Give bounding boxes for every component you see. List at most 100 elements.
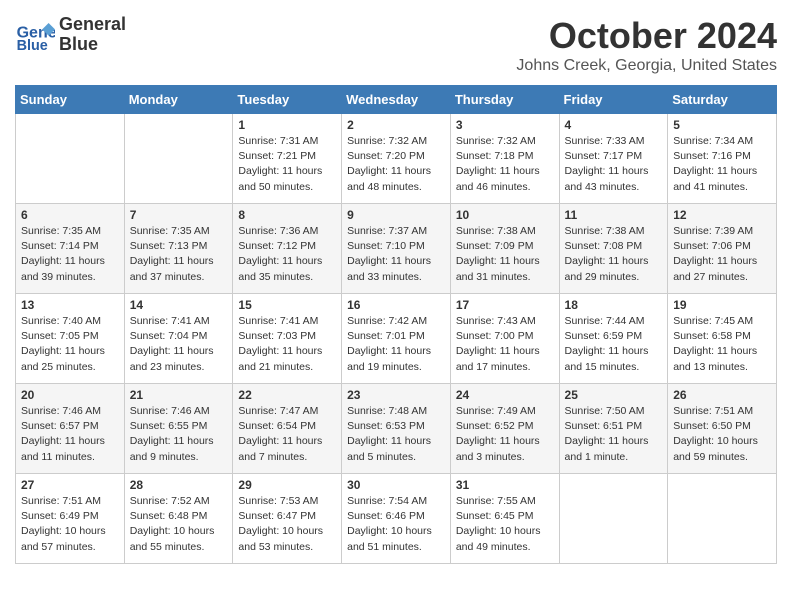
day-number: 13 xyxy=(21,298,119,312)
calendar-week-row: 6Sunrise: 7:35 AM Sunset: 7:14 PM Daylig… xyxy=(16,204,777,294)
weekday-label: Friday xyxy=(559,86,668,114)
day-number: 17 xyxy=(456,298,554,312)
calendar-day-cell: 4 Sunrise: 7:33 AM Sunset: 7:17 PM Daylig… xyxy=(559,114,668,204)
day-detail: Sunrise: 7:53 AM Sunset: 6:47 PM Dayligh… xyxy=(238,494,336,555)
day-number: 9 xyxy=(347,208,445,222)
day-number: 7 xyxy=(130,208,228,222)
calendar-day-cell: 27 Sunrise: 7:51 AM Sunset: 6:49 PM Dayli… xyxy=(16,474,125,564)
day-detail: Sunrise: 7:51 AM Sunset: 6:50 PM Dayligh… xyxy=(673,404,771,465)
day-number: 22 xyxy=(238,388,336,402)
day-number: 26 xyxy=(673,388,771,402)
calendar-day-cell: 15 Sunrise: 7:41 AM Sunset: 7:03 PM Dayli… xyxy=(233,294,342,384)
day-number: 12 xyxy=(673,208,771,222)
calendar-day-cell: 9 Sunrise: 7:37 AM Sunset: 7:10 PM Daylig… xyxy=(342,204,451,294)
calendar-day-cell: 11 Sunrise: 7:38 AM Sunset: 7:08 PM Dayli… xyxy=(559,204,668,294)
calendar-week-row: 13Sunrise: 7:40 AM Sunset: 7:05 PM Dayli… xyxy=(16,294,777,384)
day-number: 8 xyxy=(238,208,336,222)
calendar-table: SundayMondayTuesdayWednesdayThursdayFrid… xyxy=(15,85,777,564)
calendar-day-cell: 21 Sunrise: 7:46 AM Sunset: 6:55 PM Dayli… xyxy=(124,384,233,474)
weekday-label: Tuesday xyxy=(233,86,342,114)
day-detail: Sunrise: 7:49 AM Sunset: 6:52 PM Dayligh… xyxy=(456,404,554,465)
day-number: 18 xyxy=(565,298,663,312)
day-number: 1 xyxy=(238,118,336,132)
day-number: 29 xyxy=(238,478,336,492)
calendar-body: 1 Sunrise: 7:31 AM Sunset: 7:21 PM Daylig… xyxy=(16,114,777,564)
calendar-day-cell: 28 Sunrise: 7:52 AM Sunset: 6:48 PM Dayli… xyxy=(124,474,233,564)
weekday-label: Monday xyxy=(124,86,233,114)
day-number: 25 xyxy=(565,388,663,402)
day-detail: Sunrise: 7:32 AM Sunset: 7:20 PM Dayligh… xyxy=(347,134,445,195)
calendar-day-cell: 23Sunrise: 7:48 AM Sunset: 6:53 PM Dayli… xyxy=(342,384,451,474)
day-detail: Sunrise: 7:33 AM Sunset: 7:17 PM Dayligh… xyxy=(565,134,663,195)
day-number: 21 xyxy=(130,388,228,402)
day-detail: Sunrise: 7:35 AM Sunset: 7:14 PM Dayligh… xyxy=(21,224,119,285)
calendar-day-cell: 17Sunrise: 7:43 AM Sunset: 7:00 PM Dayli… xyxy=(450,294,559,384)
calendar-day-cell: 20 Sunrise: 7:46 AM Sunset: 6:57 PM Dayli… xyxy=(16,384,125,474)
day-number: 4 xyxy=(565,118,663,132)
weekday-label: Thursday xyxy=(450,86,559,114)
page-header: General Blue General Blue October 2024 J… xyxy=(15,15,777,75)
day-detail: Sunrise: 7:39 AM Sunset: 7:06 PM Dayligh… xyxy=(673,224,771,285)
calendar-week-row: 27 Sunrise: 7:51 AM Sunset: 6:49 PM Dayli… xyxy=(16,474,777,564)
day-detail: Sunrise: 7:35 AM Sunset: 7:13 PM Dayligh… xyxy=(130,224,228,285)
day-number: 2 xyxy=(347,118,445,132)
calendar-day-cell xyxy=(668,474,777,564)
day-number: 16 xyxy=(347,298,445,312)
day-number: 28 xyxy=(130,478,228,492)
day-number: 15 xyxy=(238,298,336,312)
calendar-day-cell: 30Sunrise: 7:54 AM Sunset: 6:46 PM Dayli… xyxy=(342,474,451,564)
day-number: 31 xyxy=(456,478,554,492)
day-number: 19 xyxy=(673,298,771,312)
day-detail: Sunrise: 7:44 AM Sunset: 6:59 PM Dayligh… xyxy=(565,314,663,375)
calendar-week-row: 20 Sunrise: 7:46 AM Sunset: 6:57 PM Dayli… xyxy=(16,384,777,474)
day-detail: Sunrise: 7:36 AM Sunset: 7:12 PM Dayligh… xyxy=(238,224,336,285)
calendar-day-cell: 19 Sunrise: 7:45 AM Sunset: 6:58 PM Dayli… xyxy=(668,294,777,384)
day-number: 30 xyxy=(347,478,445,492)
day-detail: Sunrise: 7:38 AM Sunset: 7:08 PM Dayligh… xyxy=(565,224,663,285)
calendar-day-cell xyxy=(559,474,668,564)
day-detail: Sunrise: 7:32 AM Sunset: 7:18 PM Dayligh… xyxy=(456,134,554,195)
calendar-day-cell: 7 Sunrise: 7:35 AM Sunset: 7:13 PM Daylig… xyxy=(124,204,233,294)
calendar-week-row: 1 Sunrise: 7:31 AM Sunset: 7:21 PM Daylig… xyxy=(16,114,777,204)
calendar-day-cell: 12 Sunrise: 7:39 AM Sunset: 7:06 PM Dayli… xyxy=(668,204,777,294)
calendar-day-cell: 2 Sunrise: 7:32 AM Sunset: 7:20 PM Daylig… xyxy=(342,114,451,204)
day-number: 11 xyxy=(565,208,663,222)
calendar-day-cell: 1 Sunrise: 7:31 AM Sunset: 7:21 PM Daylig… xyxy=(233,114,342,204)
calendar-day-cell: 26 Sunrise: 7:51 AM Sunset: 6:50 PM Dayli… xyxy=(668,384,777,474)
logo-line1: General xyxy=(59,15,126,35)
calendar-day-cell: 10Sunrise: 7:38 AM Sunset: 7:09 PM Dayli… xyxy=(450,204,559,294)
day-detail: Sunrise: 7:42 AM Sunset: 7:01 PM Dayligh… xyxy=(347,314,445,375)
calendar-day-cell xyxy=(16,114,125,204)
calendar-day-cell: 24 Sunrise: 7:49 AM Sunset: 6:52 PM Dayli… xyxy=(450,384,559,474)
day-detail: Sunrise: 7:46 AM Sunset: 6:55 PM Dayligh… xyxy=(130,404,228,465)
day-detail: Sunrise: 7:46 AM Sunset: 6:57 PM Dayligh… xyxy=(21,404,119,465)
calendar-day-cell: 29 Sunrise: 7:53 AM Sunset: 6:47 PM Dayli… xyxy=(233,474,342,564)
calendar-day-cell: 18 Sunrise: 7:44 AM Sunset: 6:59 PM Dayli… xyxy=(559,294,668,384)
day-number: 20 xyxy=(21,388,119,402)
day-detail: Sunrise: 7:38 AM Sunset: 7:09 PM Dayligh… xyxy=(456,224,554,285)
day-detail: Sunrise: 7:41 AM Sunset: 7:04 PM Dayligh… xyxy=(130,314,228,375)
calendar-day-cell: 22Sunrise: 7:47 AM Sunset: 6:54 PM Dayli… xyxy=(233,384,342,474)
calendar-day-cell: 14Sunrise: 7:41 AM Sunset: 7:04 PM Dayli… xyxy=(124,294,233,384)
calendar-title: October 2024 xyxy=(516,15,777,57)
day-detail: Sunrise: 7:37 AM Sunset: 7:10 PM Dayligh… xyxy=(347,224,445,285)
day-number: 27 xyxy=(21,478,119,492)
weekday-header-row: SundayMondayTuesdayWednesdayThursdayFrid… xyxy=(16,86,777,114)
day-number: 3 xyxy=(456,118,554,132)
weekday-label: Saturday xyxy=(668,86,777,114)
weekday-label: Wednesday xyxy=(342,86,451,114)
calendar-day-cell: 31 Sunrise: 7:55 AM Sunset: 6:45 PM Dayli… xyxy=(450,474,559,564)
logo: General Blue General Blue xyxy=(15,15,126,55)
day-detail: Sunrise: 7:31 AM Sunset: 7:21 PM Dayligh… xyxy=(238,134,336,195)
calendar-day-cell: 5Sunrise: 7:34 AM Sunset: 7:16 PM Daylig… xyxy=(668,114,777,204)
logo-text: General Blue xyxy=(59,15,126,55)
day-detail: Sunrise: 7:52 AM Sunset: 6:48 PM Dayligh… xyxy=(130,494,228,555)
day-detail: Sunrise: 7:34 AM Sunset: 7:16 PM Dayligh… xyxy=(673,134,771,195)
day-detail: Sunrise: 7:41 AM Sunset: 7:03 PM Dayligh… xyxy=(238,314,336,375)
day-number: 24 xyxy=(456,388,554,402)
calendar-subtitle: Johns Creek, Georgia, United States xyxy=(516,57,777,75)
day-number: 23 xyxy=(347,388,445,402)
day-detail: Sunrise: 7:51 AM Sunset: 6:49 PM Dayligh… xyxy=(21,494,119,555)
day-detail: Sunrise: 7:45 AM Sunset: 6:58 PM Dayligh… xyxy=(673,314,771,375)
day-detail: Sunrise: 7:55 AM Sunset: 6:45 PM Dayligh… xyxy=(456,494,554,555)
